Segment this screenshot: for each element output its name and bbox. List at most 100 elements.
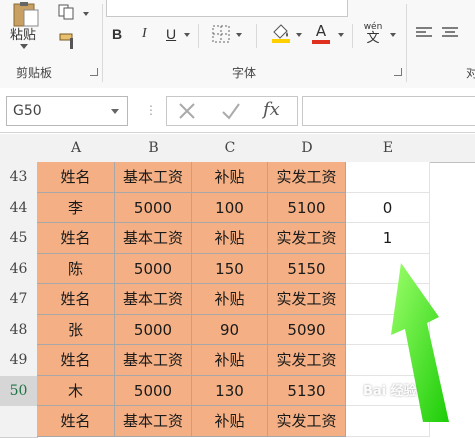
fill-color-swatch [272, 39, 290, 43]
cell[interactable]: 基本工资 [115, 345, 192, 376]
row-header[interactable]: 45 [0, 223, 38, 255]
phonetic-guide-button[interactable]: wén 文 [362, 22, 384, 46]
cell[interactable]: 姓名 [37, 162, 115, 193]
copy-dropdown-arrow[interactable] [83, 12, 89, 16]
cell[interactable]: 木 [37, 375, 115, 406]
group-separator [256, 24, 257, 48]
cell[interactable]: 基本工资 [115, 162, 192, 193]
column-header[interactable]: C [192, 134, 269, 163]
ribbon: 粘贴 剪贴板 B I U A wén 文 字体 对 [0, 0, 475, 89]
column-header[interactable]: E [346, 134, 431, 163]
paste-dropdown-arrow[interactable] [20, 44, 28, 49]
font-name-box[interactable] [106, 0, 348, 17]
cell[interactable]: 130 [192, 375, 268, 406]
column-header[interactable]: B [115, 134, 193, 163]
column-header[interactable]: A [37, 134, 116, 163]
phonetic-dropdown-arrow[interactable] [390, 33, 396, 37]
select-all-corner[interactable] [0, 134, 38, 163]
group-separator [352, 24, 353, 48]
cell[interactable]: 补贴 [192, 284, 268, 315]
cell[interactable]: 补贴 [192, 223, 268, 254]
cell[interactable]: 5090 [268, 314, 346, 345]
cell[interactable]: 实发工资 [268, 345, 346, 376]
align-left-button[interactable] [416, 26, 432, 44]
font-color-swatch [312, 40, 330, 44]
cell[interactable]: 150 [192, 253, 268, 284]
phonetic-char-label: 文 [366, 31, 380, 46]
font-color-letter: A [315, 22, 327, 40]
borders-button[interactable] [212, 25, 230, 47]
cell[interactable]: 陈 [37, 253, 115, 284]
cell[interactable]: 基本工资 [115, 223, 192, 254]
font-dialog-launcher[interactable] [394, 68, 402, 76]
cell[interactable]: 实发工资 [268, 223, 346, 254]
italic-button[interactable]: I [142, 26, 147, 42]
bold-button[interactable]: B [112, 26, 122, 42]
cell[interactable]: 5100 [268, 192, 346, 223]
align-center-button[interactable] [442, 26, 458, 44]
cell[interactable]: 5000 [115, 192, 192, 223]
group-separator [102, 4, 103, 82]
name-box[interactable]: G50 [6, 96, 128, 126]
paste-button[interactable]: 粘贴 [8, 2, 48, 43]
borders-icon [212, 25, 230, 43]
cell[interactable]: 实发工资 [268, 284, 346, 315]
row-header[interactable]: 48 [0, 314, 38, 346]
font-color-dropdown-arrow[interactable] [338, 33, 344, 37]
fill-bucket-icon [272, 24, 290, 43]
formula-input[interactable] [302, 96, 475, 126]
cancel-icon [179, 103, 195, 119]
cell[interactable]: 实发工资 [268, 406, 346, 437]
cell[interactable]: 90 [192, 314, 268, 345]
name-box-value: G50 [13, 103, 42, 119]
cell[interactable]: 姓名 [37, 223, 115, 254]
cell[interactable]: 补贴 [192, 345, 268, 376]
cell[interactable]: 100 [192, 192, 268, 223]
cell[interactable]: 基本工资 [115, 406, 192, 437]
formula-buttons: fx [166, 96, 298, 126]
clipboard-group-label: 剪贴板 [16, 66, 53, 80]
name-box-dropdown-arrow[interactable] [111, 109, 119, 114]
align-left-icon [416, 27, 432, 37]
row-header[interactable]: 50 [0, 375, 39, 407]
paste-label: 粘贴 [10, 28, 37, 43]
copy-button[interactable] [58, 4, 76, 24]
cell[interactable] [346, 162, 430, 193]
alignment-group-label-partial: 对 [466, 66, 475, 80]
cell[interactable]: 5000 [115, 375, 192, 406]
cell[interactable]: 补贴 [192, 162, 268, 193]
row-header[interactable]: 47 [0, 284, 38, 316]
cell[interactable]: 张 [37, 314, 115, 345]
formula-bar-grip[interactable]: ⋮ [145, 103, 157, 117]
cell[interactable]: 0 [346, 192, 430, 223]
underline-button[interactable]: U [166, 26, 176, 42]
row-header[interactable]: 43 [0, 162, 38, 194]
cell[interactable]: 李 [37, 192, 115, 223]
copy-icon [58, 4, 74, 20]
font-color-button[interactable]: A [312, 22, 330, 44]
underline-dropdown-arrow[interactable] [184, 33, 190, 37]
insert-function-button[interactable]: fx [263, 99, 280, 120]
cell[interactable]: 姓名 [37, 345, 115, 376]
cell[interactable]: 姓名 [37, 406, 115, 437]
row-header[interactable]: 49 [0, 345, 38, 377]
cell[interactable]: 5150 [268, 253, 346, 284]
enter-check-icon [222, 103, 240, 120]
cell[interactable]: 5000 [115, 314, 192, 345]
format-painter-button[interactable] [58, 32, 78, 54]
column-header[interactable]: D [268, 134, 347, 163]
cell[interactable]: 5130 [268, 375, 346, 406]
group-separator [198, 24, 199, 48]
cell[interactable]: 补贴 [192, 406, 268, 437]
cell[interactable]: 实发工资 [268, 162, 346, 193]
fill-color-dropdown-arrow[interactable] [296, 33, 302, 37]
clipboard-dialog-launcher[interactable] [90, 68, 98, 76]
row-header[interactable]: 46 [0, 253, 38, 285]
row-header[interactable]: 44 [0, 192, 38, 224]
borders-dropdown-arrow[interactable] [236, 33, 242, 37]
cell[interactable]: 姓名 [37, 284, 115, 315]
align-center-icon [442, 27, 458, 37]
cell[interactable]: 5000 [115, 253, 192, 284]
fill-color-button[interactable] [270, 22, 292, 48]
cell[interactable]: 基本工资 [115, 284, 192, 315]
